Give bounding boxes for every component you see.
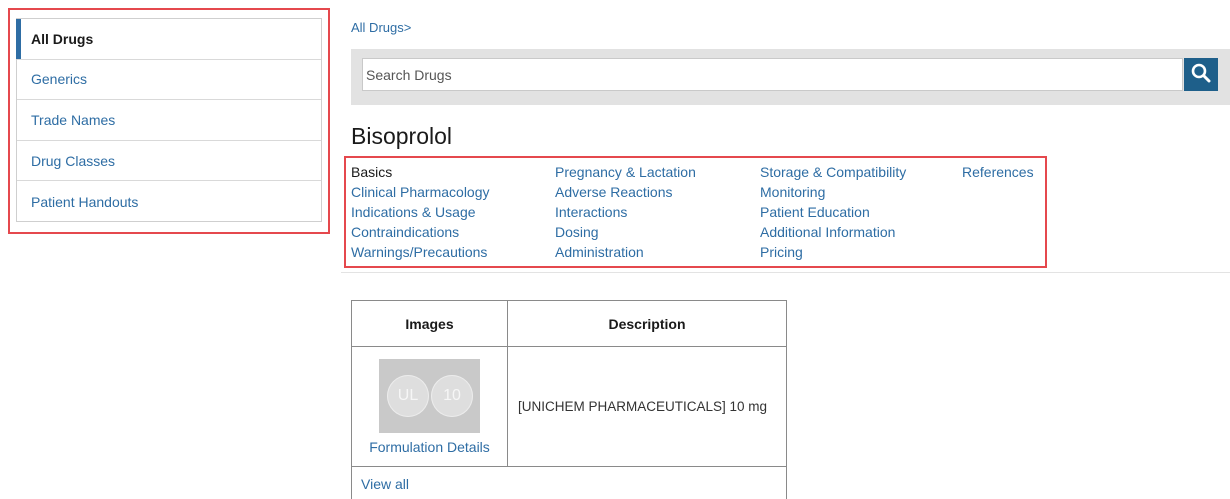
breadcrumb[interactable]: All Drugs> bbox=[351, 20, 411, 35]
divider bbox=[341, 272, 1230, 273]
section-link-references[interactable]: References bbox=[962, 162, 1034, 182]
table-header-row: Images Description bbox=[351, 300, 787, 347]
section-links-col-3: Storage & Compatibility Monitoring Patie… bbox=[760, 162, 906, 262]
table-cell-view-all: View all bbox=[351, 466, 787, 499]
page: All Drugs Generics Trade Names Drug Clas… bbox=[0, 0, 1230, 499]
section-link-monitoring[interactable]: Monitoring bbox=[760, 182, 906, 202]
section-links-col-4: References bbox=[962, 162, 1034, 182]
section-link-additional-information[interactable]: Additional Information bbox=[760, 222, 906, 242]
section-link-patient-education[interactable]: Patient Education bbox=[760, 202, 906, 222]
pill-left: UL bbox=[387, 374, 429, 417]
section-link-interactions[interactable]: Interactions bbox=[555, 202, 696, 222]
pill-image[interactable]: UL 10 bbox=[379, 358, 480, 433]
search-button[interactable] bbox=[1184, 58, 1218, 91]
section-link-dosing[interactable]: Dosing bbox=[555, 222, 696, 242]
table-header-images: Images bbox=[351, 300, 508, 347]
section-link-indications-usage[interactable]: Indications & Usage bbox=[351, 202, 490, 222]
search-input[interactable] bbox=[362, 58, 1183, 91]
section-link-warnings-precautions[interactable]: Warnings/Precautions bbox=[351, 242, 490, 262]
section-link-pregnancy-lactation[interactable]: Pregnancy & Lactation bbox=[555, 162, 696, 182]
section-link-storage-compatibility[interactable]: Storage & Compatibility bbox=[760, 162, 906, 182]
section-link-administration[interactable]: Administration bbox=[555, 242, 696, 262]
search-icon bbox=[1191, 63, 1211, 86]
table-header-description: Description bbox=[507, 300, 787, 347]
section-link-adverse-reactions[interactable]: Adverse Reactions bbox=[555, 182, 696, 202]
sidebar-item-all-drugs[interactable]: All Drugs bbox=[16, 19, 321, 60]
table-row-view-all: View all bbox=[351, 466, 787, 499]
section-link-clinical-pharmacology[interactable]: Clinical Pharmacology bbox=[351, 182, 490, 202]
table-row: UL 10 Formulation Details [UNICHEM PHARM… bbox=[351, 346, 787, 467]
sidebar-item-patient-handouts[interactable]: Patient Handouts bbox=[17, 181, 321, 222]
sidebar-item-trade-names[interactable]: Trade Names bbox=[17, 100, 321, 141]
table-cell-description: [UNICHEM PHARMACEUTICALS] 10 mg bbox=[507, 346, 787, 467]
sidebar-item-generics[interactable]: Generics bbox=[17, 60, 321, 101]
images-table: Images Description UL 10 Formulation Det… bbox=[351, 300, 787, 499]
page-title: Bisoprolol bbox=[351, 123, 452, 149]
search-bar bbox=[351, 49, 1230, 105]
sidebar: All Drugs Generics Trade Names Drug Clas… bbox=[16, 18, 322, 222]
pill-right: 10 bbox=[431, 374, 473, 417]
section-link-basics[interactable]: Basics bbox=[351, 162, 490, 182]
view-all-link[interactable]: View all bbox=[361, 476, 409, 492]
section-link-pricing[interactable]: Pricing bbox=[760, 242, 906, 262]
section-link-contraindications[interactable]: Contraindications bbox=[351, 222, 490, 242]
table-cell-image: UL 10 Formulation Details bbox=[351, 346, 508, 467]
sidebar-item-drug-classes[interactable]: Drug Classes bbox=[17, 141, 321, 182]
formulation-details-link[interactable]: Formulation Details bbox=[369, 439, 490, 455]
section-links-col-2: Pregnancy & Lactation Adverse Reactions … bbox=[555, 162, 696, 262]
section-links-col-1: Basics Clinical Pharmacology Indications… bbox=[351, 162, 490, 262]
